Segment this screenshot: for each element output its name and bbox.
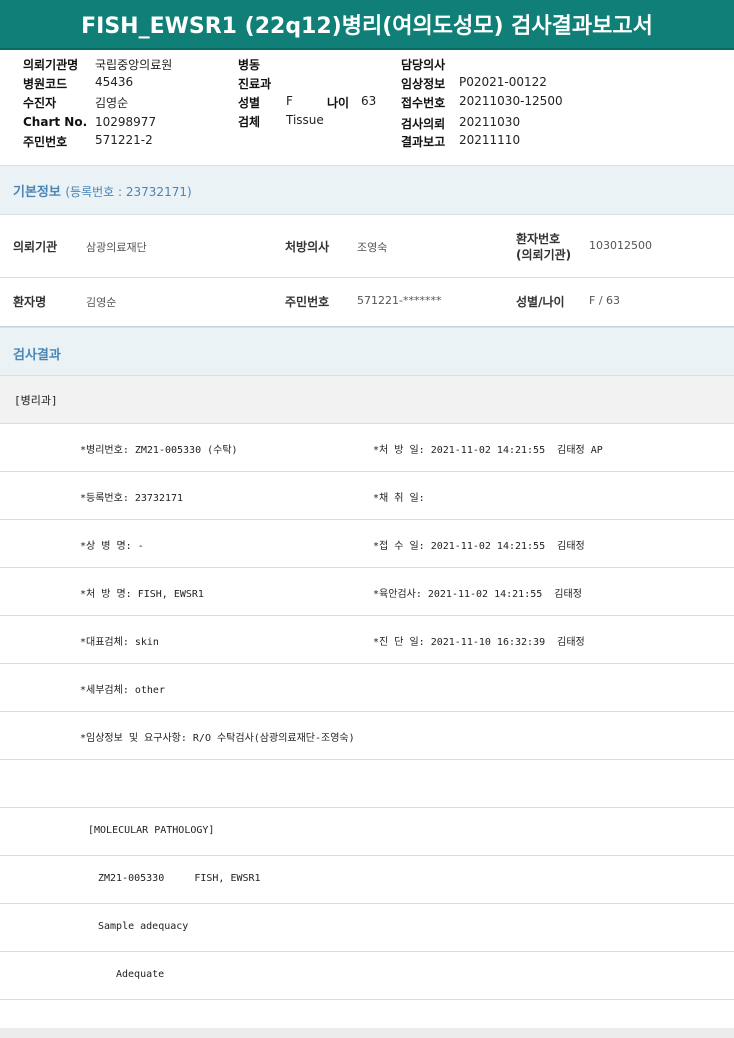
header-label: 담당의사: [401, 58, 446, 72]
info-value: 조영숙: [357, 241, 388, 254]
header-label: Chart No.: [23, 115, 88, 129]
result-row: *처 방 명: FISH, EWSR1 *육안검사: 2021-11-02 14…: [0, 568, 734, 616]
molecular-test-row: ZM21-005330 FISH, EWSR1: [0, 856, 734, 904]
result-row-empty: [0, 760, 734, 808]
info-value: 571221-*******: [357, 294, 442, 307]
info-label: 주민번호: [285, 295, 330, 309]
header-label: 검체: [238, 115, 261, 129]
info-label: 환자명: [13, 295, 47, 309]
result-row: *대표검체: skin *진 단 일: 2021-11-10 16:32:39 …: [0, 616, 734, 664]
header-label: 병원코드: [23, 77, 68, 91]
result-left: *임상정보 및 요구사항: R/O 수탁검사(삼광의료재단-조영숙): [80, 733, 355, 744]
header-label: 의뢰기관명: [23, 58, 79, 72]
result-row: *임상정보 및 요구사항: R/O 수탁검사(삼광의료재단-조영숙): [0, 712, 734, 760]
report-header-summary: 의뢰기관명 국립중앙의료원 병원코드 45436 수진자 김영순 Chart N…: [0, 56, 734, 156]
header-value: 10298977: [95, 115, 157, 129]
header-label: 결과보고: [401, 135, 446, 149]
header-value: 571221-2: [95, 133, 153, 147]
header-label: 성별: [238, 96, 261, 110]
header-label: 주민번호: [23, 135, 68, 149]
basic-info-row: 환자명 김영순 주민번호 571221-******* 성별/나이 F / 63: [0, 278, 734, 327]
header-value: P02021-00122: [459, 75, 547, 89]
header-value: 20211110: [459, 133, 521, 147]
header-value: 김영순: [95, 96, 129, 110]
info-value: F / 63: [589, 294, 621, 307]
header-value: Tissue: [286, 113, 324, 127]
info-value: 103012500: [589, 239, 652, 252]
result-row: *상 병 명: - *접 수 일: 2021-11-02 14:21:55 김태…: [0, 520, 734, 568]
header-label: 임상정보: [401, 77, 446, 91]
basic-info-section-header: 기본정보 (등록번호 : 23732171): [0, 165, 734, 215]
molecular-test: ZM21-005330 FISH, EWSR1: [98, 873, 261, 884]
result-right: *육안검사: 2021-11-02 14:21:55 김태정: [373, 589, 582, 600]
result-row: *등록번호: 23732171 *채 취 일:: [0, 472, 734, 520]
header-label: 검사의뢰: [401, 117, 446, 131]
adequacy-label: Sample adequacy: [98, 921, 189, 932]
result-left: *상 병 명: -: [80, 541, 144, 552]
info-label: 처방의사: [285, 240, 330, 254]
result-right: *채 취 일:: [373, 493, 425, 504]
header-label: 수진자: [23, 96, 57, 110]
result-right: *접 수 일: 2021-11-02 14:21:55 김태정: [373, 541, 585, 552]
molecular-header: [MOLECULAR PATHOLOGY]: [88, 825, 215, 836]
adequacy-value: Adequate: [116, 969, 165, 980]
molecular-header-row: [MOLECULAR PATHOLOGY]: [0, 808, 734, 856]
basic-info-row: 의뢰기관 삼광의료재단 처방의사 조영숙 환자번호 (의뢰기관) 1030125…: [0, 215, 734, 278]
result-right: *진 단 일: 2021-11-10 16:32:39 김태정: [373, 637, 585, 648]
header-value: 국립중앙의료원: [95, 58, 173, 72]
report-title: FISH_EWSR1 (22q12)병리(여의도성모) 검사결과보고서: [0, 0, 734, 50]
info-label: 성별/나이: [516, 295, 565, 309]
info-label: 의뢰기관: [13, 240, 58, 254]
adequacy-label-row: Sample adequacy: [0, 904, 734, 952]
header-value: 63: [361, 94, 377, 108]
header-value: 45436: [95, 75, 134, 89]
header-value: 20211030-12500: [459, 94, 563, 108]
header-label: 진료과: [238, 77, 272, 91]
result-row: *병리번호: ZM21-005330 (수탁) *처 방 일: 2021-11-…: [0, 424, 734, 472]
result-left: *처 방 명: FISH, EWSR1: [80, 589, 204, 600]
department-label: [병리과]: [14, 394, 58, 407]
header-label: 병동: [238, 58, 261, 72]
info-value: 김영순: [86, 296, 117, 309]
registration-number: (등록번호 : 23732171): [65, 185, 192, 199]
result-left: *대표검체: skin: [80, 637, 159, 648]
result-right: *처 방 일: 2021-11-02 14:21:55 김태정 AP: [373, 445, 603, 456]
result-left: *병리번호: ZM21-005330 (수탁): [80, 445, 238, 456]
result-left: *등록번호: 23732171: [80, 493, 184, 504]
info-value: 삼광의료재단: [86, 241, 147, 254]
header-label: 접수번호: [401, 96, 446, 110]
header-value: 20211030: [459, 115, 521, 129]
result-left: *세부검체: other: [80, 685, 165, 696]
header-value: F: [286, 94, 293, 108]
results-section-header: 검사결과: [0, 327, 734, 376]
info-label: 환자번호: [516, 232, 561, 246]
department-row: [병리과]: [0, 376, 734, 424]
page-footer-band: [0, 1028, 734, 1038]
results-title: 검사결과: [13, 348, 61, 363]
adequacy-value-row: Adequate: [0, 952, 734, 1000]
result-row: *세부검체: other: [0, 664, 734, 712]
header-label: 나이: [327, 96, 350, 110]
basic-info-title-text: 기본정보: [13, 185, 61, 200]
info-label: (의뢰기관): [516, 248, 572, 262]
basic-info-title: 기본정보 (등록번호 : 23732171): [13, 181, 192, 200]
